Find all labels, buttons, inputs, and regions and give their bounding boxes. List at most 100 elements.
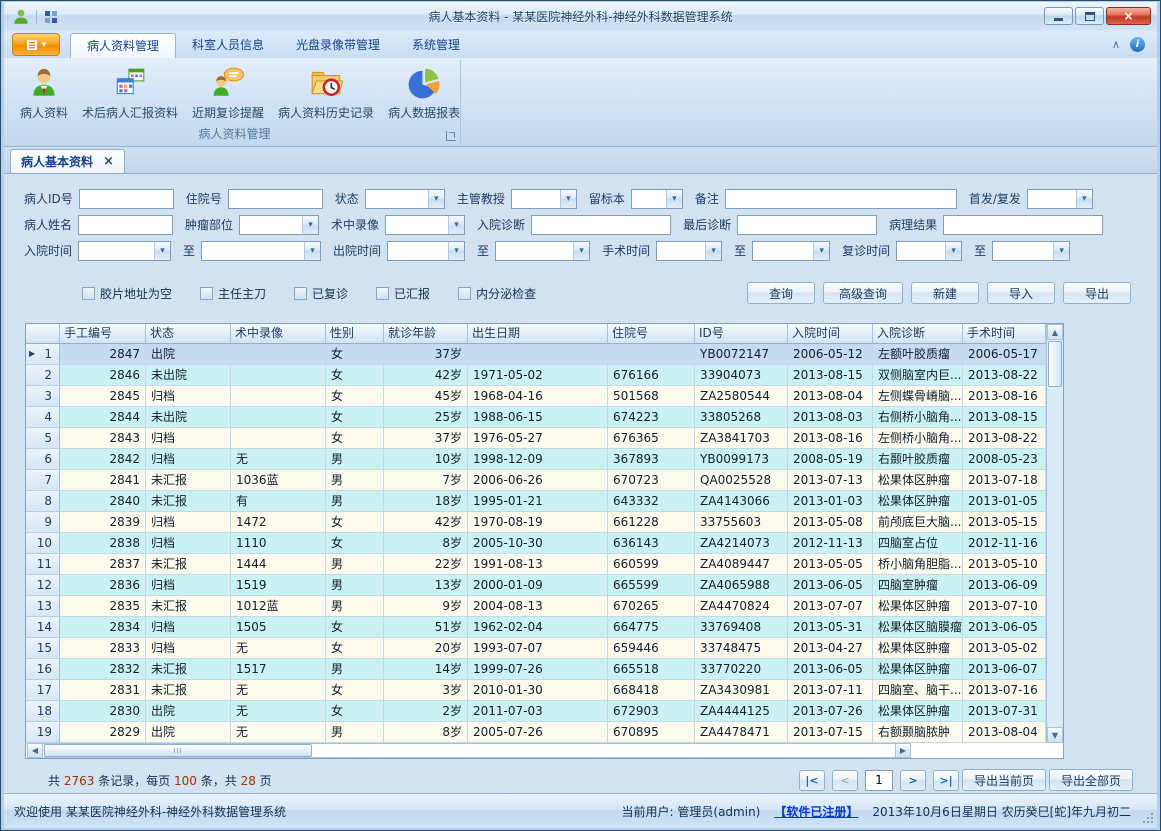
scroll-up-icon[interactable]: ▲ [1047, 324, 1063, 340]
tumor-site-select[interactable]: ▾ [239, 215, 319, 235]
table-row[interactable]: 192829出院无男8岁2005-07-26670895ZA4478471201… [26, 722, 1063, 743]
resize-grip[interactable] [1142, 812, 1154, 824]
table-row[interactable]: 182830出院无女2岁2011-07-03672903ZA4444125201… [26, 701, 1063, 722]
horizontal-scroll-thumb[interactable] [44, 744, 312, 757]
table-row[interactable]: 112837未汇报1444男22岁1991-08-13660599ZA40894… [26, 554, 1063, 575]
column-header-row-indicator[interactable] [26, 324, 60, 344]
recent-revisit-reminder-button[interactable]: 近期复诊提醒 [185, 63, 271, 124]
table-row[interactable]: 32845归档女45岁1968-04-16501568ZA25805442013… [26, 386, 1063, 407]
column-header-admission-number[interactable]: 住院号 [608, 324, 695, 344]
pager-first-button[interactable]: |< [799, 770, 825, 791]
endocrine-exam-checkbox[interactable]: 内分泌检查 [458, 285, 536, 302]
patient-name-field[interactable] [78, 215, 173, 235]
ribbon-tab-patient-data-management[interactable]: 病人资料管理 [70, 33, 176, 58]
admission-number-field[interactable] [228, 189, 323, 209]
quick-access-toolbar-icon[interactable] [43, 9, 59, 25]
column-header-status[interactable]: 状态 [146, 324, 231, 344]
table-row[interactable]: 162832未汇报1517男14岁1999-07-266655183377022… [26, 659, 1063, 680]
maximize-button[interactable] [1075, 7, 1104, 25]
scroll-left-icon[interactable]: ◀ [28, 744, 43, 757]
table-row[interactable]: 142834归档1505女51岁1962-02-0466477533769408… [26, 617, 1063, 638]
minimize-button[interactable] [1044, 7, 1073, 25]
chief-surgeon-checkbox[interactable]: 主任主刀 [200, 285, 266, 302]
discharge-date-from-select[interactable]: ▾ [387, 241, 465, 261]
pager-prev-button[interactable]: < [832, 770, 858, 791]
export-button[interactable]: 导出 [1063, 282, 1131, 304]
revisit-date-from-select[interactable]: ▾ [896, 241, 962, 261]
column-header-intraop-video[interactable]: 术中录像 [231, 324, 326, 344]
admission-date-from-select[interactable]: ▾ [78, 241, 171, 261]
column-header-id-number[interactable]: ID号 [695, 324, 788, 344]
admission-date-to-select[interactable]: ▾ [201, 241, 321, 261]
doc-tab-close-icon[interactable]: × [103, 154, 114, 169]
revisit-date-to-select[interactable]: ▾ [992, 241, 1070, 261]
ribbon-tab-system-management[interactable]: 系统管理 [396, 33, 476, 58]
column-header-gender[interactable]: 性别 [326, 324, 384, 344]
table-row[interactable]: 42844未出院女25岁1988-06-15674223338052682013… [26, 407, 1063, 428]
table-row[interactable]: 92839归档1472女42岁1970-08-19661228337556032… [26, 512, 1063, 533]
column-header-admission-diagnosis[interactable]: 入院诊断 [873, 324, 963, 344]
status-select[interactable]: ▾ [365, 189, 445, 209]
ribbon-tab-department-staff-info[interactable]: 科室人员信息 [176, 33, 280, 58]
admission-diagnosis-field[interactable] [531, 215, 671, 235]
surgery-date-from-select[interactable]: ▾ [656, 241, 722, 261]
query-button[interactable]: 查询 [747, 282, 815, 304]
license-registered-link[interactable]: 【软件已注册】 [774, 803, 858, 820]
info-icon[interactable]: i [1130, 37, 1145, 52]
pathology-result-field[interactable] [943, 215, 1103, 235]
table-row[interactable]: 152833归档无女20岁1993-07-0765944633748475201… [26, 638, 1063, 659]
doc-tab-patient-basic-data[interactable]: 病人基本资料 × [10, 149, 125, 173]
intraop-video-select[interactable]: ▾ [385, 215, 465, 235]
patient-id-field[interactable] [79, 189, 174, 209]
surgery-date-to-select[interactable]: ▾ [752, 241, 830, 261]
pager-last-button[interactable]: >| [933, 770, 959, 791]
column-header-surgery-date[interactable]: 手术时间 [963, 324, 1046, 344]
column-header-visit-age[interactable]: 就诊年龄 [384, 324, 468, 344]
film-address-empty-checkbox[interactable]: 胶片地址为空 [82, 285, 172, 302]
table-row[interactable]: 132835未汇报1012蓝男9岁2004-08-13670265ZA44708… [26, 596, 1063, 617]
collapse-ribbon-icon[interactable]: ∧ [1112, 38, 1120, 51]
export-all-pages-button[interactable]: 导出全部页 [1049, 769, 1133, 791]
vertical-scroll-thumb[interactable] [1048, 341, 1062, 387]
column-header-manual-number[interactable]: 手工编号 [60, 324, 146, 344]
patient-data-button[interactable]: 病人资料 [13, 63, 75, 124]
horizontal-scrollbar[interactable]: ◀ ▶ [27, 743, 911, 758]
remark-field[interactable] [725, 189, 957, 209]
postop-patient-report-button[interactable]: 术后病人汇报资料 [75, 63, 185, 124]
chief-professor-select[interactable]: ▾ [511, 189, 577, 209]
cell-admission-diagnosis: 双侧脑室内巨... [873, 365, 963, 386]
table-row[interactable]: 72841未汇报1036蓝男7岁2006-06-26670723QA002552… [26, 470, 1063, 491]
table-row[interactable]: 52843归档女37岁1976-05-27676365ZA38417032013… [26, 428, 1063, 449]
vertical-scrollbar[interactable]: ▲ ▼ [1046, 324, 1063, 743]
dialog-launcher-icon[interactable] [446, 131, 456, 141]
pager-page-input[interactable] [865, 770, 893, 791]
pager-next-button[interactable]: > [900, 770, 926, 791]
first-or-recurrent-select[interactable]: ▾ [1027, 189, 1093, 209]
specimen-kept-select[interactable]: ▾ [631, 189, 683, 209]
ribbon-tab-disc-video-management[interactable]: 光盘录像带管理 [280, 33, 396, 58]
patient-history-record-button[interactable]: 病人资料历史记录 [271, 63, 381, 124]
application-menu-button[interactable]: ▾ [12, 33, 60, 56]
column-header-birth-date[interactable]: 出生日期 [468, 324, 608, 344]
advanced-query-button[interactable]: 高级查询 [823, 282, 903, 304]
column-header-admission-date[interactable]: 入院时间 [788, 324, 873, 344]
close-button[interactable]: × [1106, 7, 1151, 25]
revisited-checkbox[interactable]: 已复诊 [294, 285, 348, 302]
table-row[interactable]: 82840未汇报有男18岁1995-01-21643332ZA414306620… [26, 491, 1063, 512]
export-current-page-button[interactable]: 导出当前页 [962, 769, 1046, 791]
table-row[interactable]: ▶12847出院女37岁YB00721472006-05-12左额叶胶质瘤200… [26, 344, 1063, 365]
table-row[interactable]: 62842归档无男10岁1998-12-09367893YB0099173200… [26, 449, 1063, 470]
import-button[interactable]: 导入 [987, 282, 1055, 304]
reported-checkbox[interactable]: 已汇报 [376, 285, 430, 302]
table-row[interactable]: 22846未出院女42岁1971-05-02676166339040732013… [26, 365, 1063, 386]
patient-data-report-button[interactable]: 病人数据报表 [381, 63, 467, 124]
table-row[interactable]: 122836归档1519男13岁2000-01-09665599ZA406598… [26, 575, 1063, 596]
scroll-down-icon[interactable]: ▼ [1047, 727, 1063, 743]
discharge-date-to-select[interactable]: ▾ [495, 241, 590, 261]
final-diagnosis-field[interactable] [737, 215, 877, 235]
app-logo-icon[interactable] [12, 8, 30, 26]
new-button[interactable]: 新建 [911, 282, 979, 304]
scroll-right-icon[interactable]: ▶ [895, 744, 910, 757]
table-row[interactable]: 102838归档1110女8岁2005-10-30636143ZA4214073… [26, 533, 1063, 554]
table-row[interactable]: 172831未汇报无女3岁2010-01-30668418ZA343098120… [26, 680, 1063, 701]
